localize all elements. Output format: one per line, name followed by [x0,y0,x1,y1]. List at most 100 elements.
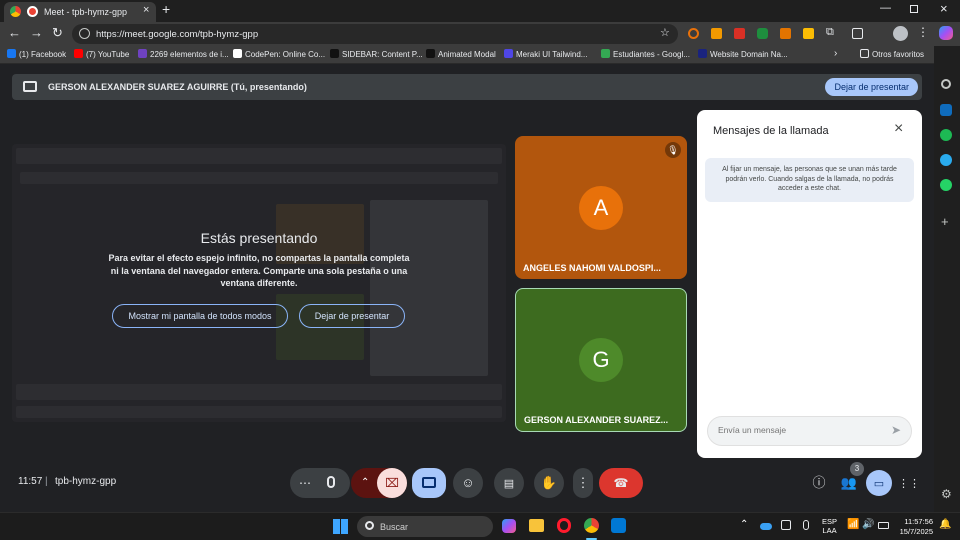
other-bookmarks[interactable]: Otros favoritos [860,49,924,59]
bookmark[interactable]: 2269 elementos de i... [138,49,229,59]
extension-icon[interactable] [803,28,814,39]
new-tab-icon[interactable]: + [162,1,170,17]
forward-icon[interactable]: → [30,25,43,40]
microphone-icon [327,476,335,488]
chrome-icon[interactable] [584,518,599,533]
battery-icon[interactable] [878,522,889,529]
mic-button[interactable]: ⋯ [290,468,350,498]
meeting-time: 11:57 [18,476,43,487]
browser-side-panel: + ⚙ [934,46,960,512]
hang-up-icon: ☎ [613,476,629,490]
chat-message-field[interactable]: ➤ [707,416,912,446]
stop-presenting-button[interactable]: Dejar de presentar [825,78,918,96]
send-icon[interactable]: ➤ [891,423,901,437]
close-icon[interactable]: × [894,120,903,138]
search-icon [365,521,374,530]
outlook-icon[interactable] [940,104,952,116]
whatsapp-icon[interactable] [940,179,952,191]
avatar[interactable] [893,26,908,41]
activities-button[interactable]: ⋮⋮ [896,470,922,496]
raise-hand-button[interactable]: ✋ [534,468,564,498]
chat-message-input[interactable] [718,425,878,435]
stop-presenting-button[interactable]: Dejar de presentar [299,304,405,328]
chat-panel: Mensajes de la llamada × Al fijar un men… [697,110,922,458]
vscode-icon[interactable] [611,518,626,533]
bookmark[interactable]: Meraki UI Tailwind... [504,49,587,59]
chevron-up-icon[interactable]: ⌃ [740,519,748,530]
back-icon[interactable]: ← [8,25,21,40]
bookmark[interactable]: SIDEBAR: Content P... [330,49,423,59]
chat-button[interactable]: ▭ [866,470,892,496]
opera-icon[interactable] [557,518,571,533]
extension-icon[interactable] [688,28,699,39]
meeting-info-button[interactable]: ⓘ [806,470,832,496]
search-icon[interactable] [941,79,951,89]
participant-tile[interactable]: G GERSON ALEXANDER SUAREZ... [515,288,687,432]
network-monitor-icon[interactable] [781,520,791,530]
bookmark-favicon-icon [426,49,435,58]
more-vert-icon: ⋮ [576,475,590,490]
copilot-icon[interactable] [502,519,516,533]
spotify-icon[interactable] [940,129,952,141]
captions-button[interactable]: ▤ [494,468,524,498]
tab-close-icon[interactable]: × [143,4,149,16]
clock[interactable]: 11:57:56 15/7/2025 [893,517,933,536]
people-count-badge: 3 [850,462,864,476]
chevron-up-icon[interactable]: ⌃ [361,468,369,498]
copilot-icon[interactable] [939,26,953,40]
show-screen-anyway-button[interactable]: Mostrar mi pantalla de todos modos [112,304,288,328]
add-icon[interactable]: + [941,214,949,229]
extension-icon[interactable] [780,28,791,39]
settings-gear-icon[interactable]: ⚙ [941,487,952,501]
bookmark-favicon-icon [601,49,610,58]
more-options-button[interactable]: ⋮ [573,468,593,498]
leave-call-button[interactable]: ☎ [599,468,643,498]
browser-tab[interactable]: Meet - tpb-hymz-gpp × [4,2,156,22]
bookmark[interactable]: CodePen: Online Co... [233,49,325,59]
minimize-icon[interactable]: — [880,2,891,14]
divider: | [45,476,48,487]
meet-stage: GERSON ALEXANDER SUAREZ AGUIRRE (Tú, pre… [0,64,934,512]
reload-icon[interactable]: ↻ [52,25,63,41]
menu-kebab-icon[interactable]: ⋮ [917,25,929,39]
bookmark[interactable]: (7) YouTube [74,49,129,59]
mic-off-icon: 🎙 [665,142,681,158]
participant-tile[interactable]: A 🎙 ANGELES NAHOMI VALDOSPI... [515,136,687,279]
present-button[interactable] [412,468,446,498]
chevron-right-icon[interactable]: › [834,48,837,59]
more-options-icon[interactable]: ⋯ [299,468,311,498]
bookmark-star-icon[interactable]: ☆ [660,26,670,39]
chat-title: Mensajes de la llamada [713,125,829,137]
bookmark[interactable]: Website Domain Na... [698,49,788,59]
onedrive-icon[interactable] [760,523,772,530]
language-code: ESP [822,517,838,526]
tab-title: Meet - tpb-hymz-gpp [44,7,128,17]
extension-icon[interactable] [734,28,745,39]
people-icon: 👥 [840,475,858,490]
windows-start-icon[interactable] [333,519,348,534]
reactions-button[interactable]: ☺ [453,468,483,498]
telegram-icon[interactable] [940,154,952,166]
extension-icon[interactable] [711,28,722,39]
file-explorer-icon[interactable] [529,519,544,532]
input-language[interactable]: ESP LAA [822,517,837,535]
taskbar-search[interactable]: Buscar [357,516,493,537]
close-window-icon[interactable]: × [940,1,948,16]
camera-button[interactable]: ⌃ ⌧ [351,468,407,498]
wifi-icon[interactable]: 📶 [847,519,859,530]
extension-icon[interactable] [757,28,768,39]
notifications-bell-icon[interactable]: 🔔 [939,519,951,530]
extensions-puzzle-icon[interactable]: ⧉ [826,26,837,39]
bookmark[interactable]: (1) Facebook [7,49,66,59]
bookmark[interactable]: Estudiantes - Googl... [601,49,690,59]
address-bar[interactable]: https://meet.google.com/tpb-hymz-gpp ☆ [72,24,678,44]
maximize-icon[interactable] [910,5,918,13]
bookmark[interactable]: Animated Modal [426,49,496,59]
microphone-icon[interactable] [803,520,809,530]
people-button[interactable]: 👥 3 [836,462,864,496]
site-info-icon[interactable] [79,28,90,39]
clock-date: 15/7/2025 [899,526,933,536]
sidebar-toggle-icon[interactable] [852,28,863,39]
volume-icon[interactable]: 🔊 [862,519,874,530]
call-controls-bar: 11:57 | tpb-hymz-gpp ⋯ ⌃ ⌧ ☺ ▤ ✋ ⋮ ☎ ⓘ 👥… [0,462,934,500]
